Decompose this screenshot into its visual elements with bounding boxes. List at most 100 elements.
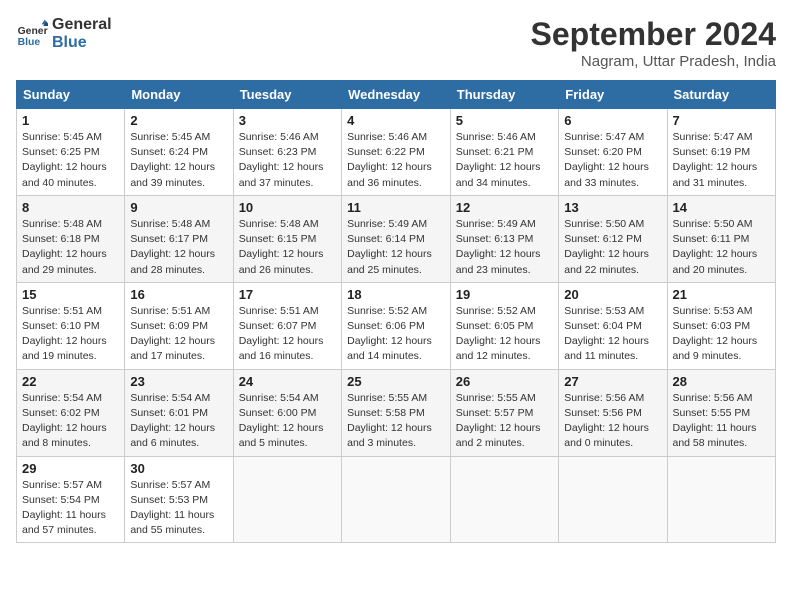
month-title: September 2024 — [531, 16, 776, 53]
weekday-header-monday: Monday — [125, 81, 233, 109]
calendar-cell — [559, 456, 667, 543]
day-number: 19 — [456, 287, 553, 302]
day-info: Sunrise: 5:56 AM Sunset: 5:56 PM Dayligh… — [564, 391, 661, 452]
day-info: Sunrise: 5:51 AM Sunset: 6:07 PM Dayligh… — [239, 304, 336, 365]
calendar-week-4: 22 Sunrise: 5:54 AM Sunset: 6:02 PM Dayli… — [17, 369, 776, 456]
logo-text: General Blue — [52, 16, 112, 51]
day-info: Sunrise: 5:48 AM Sunset: 6:15 PM Dayligh… — [239, 217, 336, 278]
calendar-cell: 7 Sunrise: 5:47 AM Sunset: 6:19 PM Daylig… — [667, 109, 776, 196]
calendar-cell: 27 Sunrise: 5:56 AM Sunset: 5:56 PM Dayli… — [559, 369, 667, 456]
calendar-cell: 2Sunrise: 5:45 AM Sunset: 6:24 PM Daylig… — [125, 109, 233, 196]
calendar-cell: 25 Sunrise: 5:55 AM Sunset: 5:58 PM Dayli… — [342, 369, 451, 456]
day-number: 3 — [239, 113, 336, 128]
day-number: 2 — [130, 113, 227, 128]
logo-icon: General Blue — [16, 18, 48, 50]
calendar-cell: 24Sunrise: 5:54 AM Sunset: 6:00 PM Dayli… — [233, 369, 341, 456]
calendar-cell — [233, 456, 341, 543]
calendar-cell — [450, 456, 558, 543]
day-info: Sunrise: 5:53 AM Sunset: 6:04 PM Dayligh… — [564, 304, 661, 365]
day-info: Sunrise: 5:50 AM Sunset: 6:11 PM Dayligh… — [673, 217, 771, 278]
day-info: Sunrise: 5:55 AM Sunset: 5:57 PM Dayligh… — [456, 391, 553, 452]
calendar-cell: 10 Sunrise: 5:48 AM Sunset: 6:15 PM Dayli… — [233, 195, 341, 282]
day-number: 22 — [22, 374, 119, 389]
calendar-week-3: 15Sunrise: 5:51 AM Sunset: 6:10 PM Dayli… — [17, 282, 776, 369]
day-info: Sunrise: 5:54 AM Sunset: 6:01 PM Dayligh… — [130, 391, 227, 452]
calendar-cell: 1 Sunrise: 5:45 AM Sunset: 6:25 PM Daylig… — [17, 109, 125, 196]
day-number: 29 — [22, 461, 119, 476]
day-info: Sunrise: 5:47 AM Sunset: 6:19 PM Dayligh… — [673, 130, 771, 191]
header: General Blue General Blue September 2024… — [16, 16, 776, 70]
weekday-header-saturday: Saturday — [667, 81, 776, 109]
day-info: Sunrise: 5:57 AM Sunset: 5:54 PM Dayligh… — [22, 478, 119, 539]
day-number: 28 — [673, 374, 771, 389]
day-info: Sunrise: 5:51 AM Sunset: 6:10 PM Dayligh… — [22, 304, 119, 365]
day-info: Sunrise: 5:50 AM Sunset: 6:12 PM Dayligh… — [564, 217, 661, 278]
day-number: 25 — [347, 374, 445, 389]
location: Nagram, Uttar Pradesh, India — [531, 53, 776, 70]
calendar-cell: 30Sunrise: 5:57 AM Sunset: 5:53 PM Dayli… — [125, 456, 233, 543]
day-number: 16 — [130, 287, 227, 302]
calendar-week-2: 8Sunrise: 5:48 AM Sunset: 6:18 PM Daylig… — [17, 195, 776, 282]
weekday-header-wednesday: Wednesday — [342, 81, 451, 109]
day-number: 7 — [673, 113, 771, 128]
day-info: Sunrise: 5:55 AM Sunset: 5:58 PM Dayligh… — [347, 391, 445, 452]
day-number: 5 — [456, 113, 553, 128]
calendar-cell: 6 Sunrise: 5:47 AM Sunset: 6:20 PM Daylig… — [559, 109, 667, 196]
calendar-body: 1 Sunrise: 5:45 AM Sunset: 6:25 PM Daylig… — [17, 109, 776, 543]
day-info: Sunrise: 5:46 AM Sunset: 6:21 PM Dayligh… — [456, 130, 553, 191]
calendar-cell: 20Sunrise: 5:53 AM Sunset: 6:04 PM Dayli… — [559, 282, 667, 369]
day-info: Sunrise: 5:53 AM Sunset: 6:03 PM Dayligh… — [673, 304, 771, 365]
weekday-header-tuesday: Tuesday — [233, 81, 341, 109]
day-info: Sunrise: 5:46 AM Sunset: 6:23 PM Dayligh… — [239, 130, 336, 191]
day-number: 6 — [564, 113, 661, 128]
day-info: Sunrise: 5:45 AM Sunset: 6:25 PM Dayligh… — [22, 130, 119, 191]
calendar-cell: 26 Sunrise: 5:55 AM Sunset: 5:57 PM Dayli… — [450, 369, 558, 456]
calendar-cell: 23 Sunrise: 5:54 AM Sunset: 6:01 PM Dayli… — [125, 369, 233, 456]
calendar-cell — [342, 456, 451, 543]
svg-text:General: General — [18, 26, 48, 37]
day-info: Sunrise: 5:49 AM Sunset: 6:13 PM Dayligh… — [456, 217, 553, 278]
day-info: Sunrise: 5:54 AM Sunset: 6:02 PM Dayligh… — [22, 391, 119, 452]
calendar-table: SundayMondayTuesdayWednesdayThursdayFrid… — [16, 80, 776, 543]
calendar-cell — [667, 456, 776, 543]
day-info: Sunrise: 5:51 AM Sunset: 6:09 PM Dayligh… — [130, 304, 227, 365]
calendar-cell: 15Sunrise: 5:51 AM Sunset: 6:10 PM Dayli… — [17, 282, 125, 369]
day-number: 9 — [130, 200, 227, 215]
day-number: 23 — [130, 374, 227, 389]
day-info: Sunrise: 5:52 AM Sunset: 6:06 PM Dayligh… — [347, 304, 445, 365]
calendar-cell: 4 Sunrise: 5:46 AM Sunset: 6:22 PM Daylig… — [342, 109, 451, 196]
calendar-week-1: 1 Sunrise: 5:45 AM Sunset: 6:25 PM Daylig… — [17, 109, 776, 196]
day-number: 14 — [673, 200, 771, 215]
day-number: 4 — [347, 113, 445, 128]
day-number: 13 — [564, 200, 661, 215]
day-number: 10 — [239, 200, 336, 215]
calendar-cell: 28 Sunrise: 5:56 AM Sunset: 5:55 PM Dayli… — [667, 369, 776, 456]
weekday-header-friday: Friday — [559, 81, 667, 109]
day-number: 18 — [347, 287, 445, 302]
day-number: 12 — [456, 200, 553, 215]
weekday-header-thursday: Thursday — [450, 81, 558, 109]
day-number: 27 — [564, 374, 661, 389]
calendar-cell: 11Sunrise: 5:49 AM Sunset: 6:14 PM Dayli… — [342, 195, 451, 282]
day-info: Sunrise: 5:48 AM Sunset: 6:18 PM Dayligh… — [22, 217, 119, 278]
calendar-cell: 5 Sunrise: 5:46 AM Sunset: 6:21 PM Daylig… — [450, 109, 558, 196]
day-number: 26 — [456, 374, 553, 389]
logo: General Blue General Blue — [16, 16, 112, 51]
calendar-cell: 13 Sunrise: 5:50 AM Sunset: 6:12 PM Dayli… — [559, 195, 667, 282]
calendar-cell: 29 Sunrise: 5:57 AM Sunset: 5:54 PM Dayli… — [17, 456, 125, 543]
day-number: 1 — [22, 113, 119, 128]
day-number: 24 — [239, 374, 336, 389]
day-number: 30 — [130, 461, 227, 476]
calendar-cell: 8Sunrise: 5:48 AM Sunset: 6:18 PM Daylig… — [17, 195, 125, 282]
day-info: Sunrise: 5:46 AM Sunset: 6:22 PM Dayligh… — [347, 130, 445, 191]
calendar-cell: 14 Sunrise: 5:50 AM Sunset: 6:11 PM Dayli… — [667, 195, 776, 282]
calendar-cell: 12 Sunrise: 5:49 AM Sunset: 6:13 PM Dayli… — [450, 195, 558, 282]
day-number: 17 — [239, 287, 336, 302]
day-number: 21 — [673, 287, 771, 302]
calendar-cell: 3 Sunrise: 5:46 AM Sunset: 6:23 PM Daylig… — [233, 109, 341, 196]
day-number: 11 — [347, 200, 445, 215]
day-info: Sunrise: 5:47 AM Sunset: 6:20 PM Dayligh… — [564, 130, 661, 191]
weekday-header-sunday: Sunday — [17, 81, 125, 109]
day-info: Sunrise: 5:56 AM Sunset: 5:55 PM Dayligh… — [673, 391, 771, 452]
title-area: September 2024 Nagram, Uttar Pradesh, In… — [531, 16, 776, 70]
